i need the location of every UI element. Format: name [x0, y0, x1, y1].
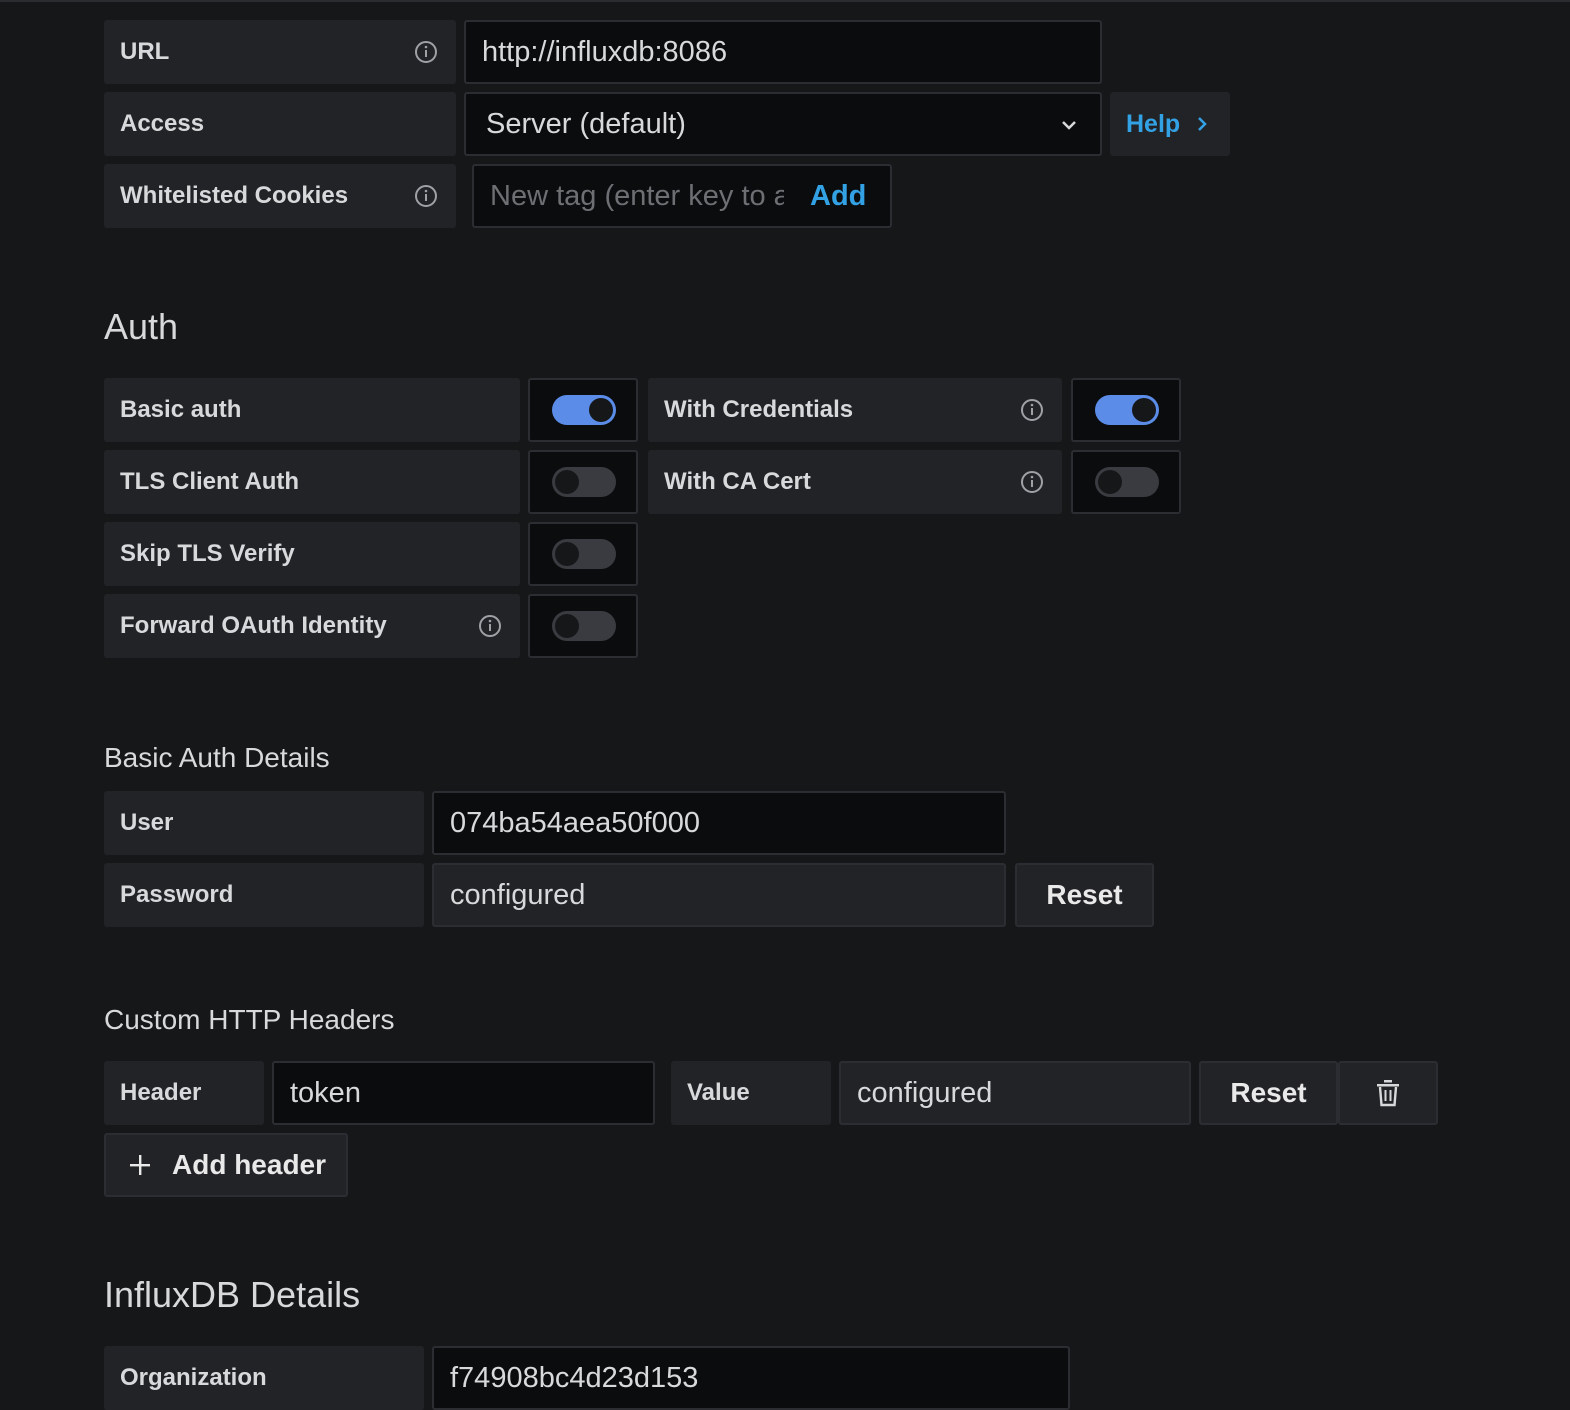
cookies-tag-input[interactable]: New tag (enter key to ac Add: [472, 164, 892, 228]
forward-oauth-toggle[interactable]: [552, 611, 616, 641]
toggle-knob: [1098, 470, 1122, 494]
header-value-label: Value: [671, 1061, 831, 1125]
password-reset-label: Reset: [1046, 879, 1123, 910]
organization-input[interactable]: f74908bc4d23d153: [432, 1346, 1070, 1410]
user-input-value: 074ba54aea50f000: [450, 806, 700, 839]
basic-auth-label-text: Basic auth: [120, 396, 242, 423]
with-credentials-switch-box: [1071, 378, 1181, 442]
with-ca-cert-switch-box: [1071, 450, 1181, 514]
url-label: URL: [104, 20, 456, 84]
chevron-right-icon: [1198, 117, 1207, 131]
header-value-value: configured: [857, 1076, 993, 1109]
header-value-label-text: Value: [687, 1079, 750, 1106]
url-input-value: http://influxdb:8086: [482, 35, 728, 68]
user-label: User: [104, 791, 424, 855]
user-label-text: User: [120, 809, 174, 836]
with-ca-cert-label: With CA Cert: [648, 450, 1062, 514]
info-icon[interactable]: [1020, 398, 1044, 422]
info-icon[interactable]: [414, 184, 438, 208]
trash-icon: [1377, 1080, 1399, 1107]
organization-input-value: f74908bc4d23d153: [450, 1361, 699, 1394]
auth-heading: Auth: [104, 306, 179, 347]
header-name-input[interactable]: token: [272, 1061, 655, 1125]
password-input-value: configured: [450, 878, 586, 911]
header-label: Header: [104, 1061, 264, 1125]
tls-client-auth-label-text: TLS Client Auth: [120, 468, 300, 495]
with-credentials-label-text: With Credentials: [664, 396, 854, 423]
tls-client-auth-switch-box: [528, 450, 638, 514]
cookies-placeholder: New tag (enter key to ac: [490, 179, 784, 212]
header-reset-label: Reset: [1230, 1077, 1307, 1108]
delete-header-button[interactable]: [1338, 1061, 1438, 1125]
organization-label: Organization: [104, 1346, 424, 1410]
password-label-text: Password: [120, 881, 234, 908]
access-label: Access: [104, 92, 456, 156]
forward-oauth-switch-box: [528, 594, 638, 658]
access-select[interactable]: Server (default): [464, 92, 1102, 156]
url-input[interactable]: http://influxdb:8086: [464, 20, 1102, 84]
add-header-button[interactable]: Add header: [104, 1133, 348, 1197]
password-label: Password: [104, 863, 424, 927]
password-reset-button[interactable]: Reset: [1015, 863, 1154, 927]
skip-tls-label: Skip TLS Verify: [104, 522, 520, 586]
with-ca-cert-label-text: With CA Cert: [664, 468, 811, 495]
with-credentials-label: With Credentials: [648, 378, 1062, 442]
basic-auth-switch-box: [528, 378, 638, 442]
header-name-value: token: [290, 1076, 361, 1109]
skip-tls-switch-box: [528, 522, 638, 586]
toggle-knob: [555, 614, 579, 638]
access-select-value: Server (default): [486, 107, 686, 140]
plus-icon: [130, 1155, 150, 1175]
toggle-knob: [589, 398, 613, 422]
help-button[interactable]: Help: [1110, 92, 1230, 156]
password-input: configured: [432, 863, 1006, 927]
skip-tls-label-text: Skip TLS Verify: [120, 540, 295, 567]
help-label: Help: [1126, 109, 1181, 138]
basic-auth-details-heading: Basic Auth Details: [104, 742, 330, 773]
forward-oauth-label-text: Forward OAuth Identity: [120, 612, 387, 639]
tls-client-auth-label: TLS Client Auth: [104, 450, 520, 514]
cookies-label: Whitelisted Cookies: [104, 164, 456, 228]
info-icon[interactable]: [414, 40, 438, 64]
forward-oauth-label: Forward OAuth Identity: [104, 594, 520, 658]
organization-label-text: Organization: [120, 1364, 267, 1391]
header-value-input: configured: [839, 1061, 1191, 1125]
url-label-text: URL: [120, 38, 170, 65]
toggle-knob: [555, 470, 579, 494]
skip-tls-toggle[interactable]: [552, 539, 616, 569]
tls-client-auth-toggle[interactable]: [552, 467, 616, 497]
header-reset-button[interactable]: Reset: [1199, 1061, 1338, 1125]
influxdb-details-heading: InfluxDB Details: [104, 1274, 361, 1315]
chevron-down-icon: [1062, 121, 1076, 130]
cookies-add-button[interactable]: Add: [810, 180, 866, 213]
with-credentials-toggle[interactable]: [1095, 395, 1159, 425]
basic-auth-toggle[interactable]: [552, 395, 616, 425]
add-header-label: Add header: [172, 1149, 327, 1180]
with-ca-cert-toggle[interactable]: [1095, 467, 1159, 497]
cookies-label-text: Whitelisted Cookies: [120, 182, 349, 209]
top-divider: [0, 0, 1570, 2]
custom-headers-heading: Custom HTTP Headers: [104, 1004, 395, 1035]
user-input[interactable]: 074ba54aea50f000: [432, 791, 1006, 855]
toggle-knob: [1132, 398, 1156, 422]
info-icon[interactable]: [478, 614, 502, 638]
basic-auth-label: Basic auth: [104, 378, 520, 442]
info-icon[interactable]: [1020, 470, 1044, 494]
header-label-text: Header: [120, 1079, 202, 1106]
toggle-knob: [555, 542, 579, 566]
access-label-text: Access: [120, 110, 205, 137]
